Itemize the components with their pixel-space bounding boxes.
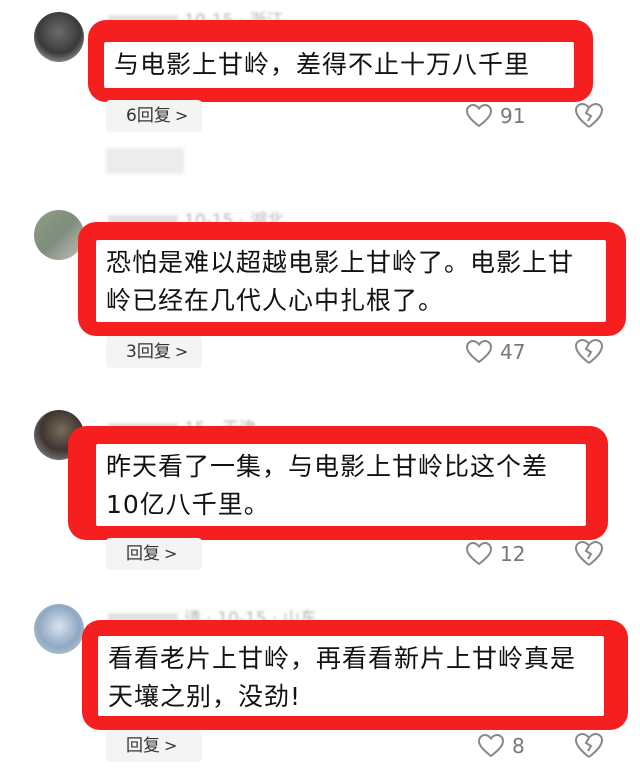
like-count: 8 [512, 734, 525, 758]
avatar[interactable] [34, 604, 84, 654]
broken-heart-icon[interactable] [574, 101, 604, 131]
comment-text: 与电影上甘岭，差得不止十万八千里 [104, 42, 574, 88]
broken-heart-icon[interactable] [574, 539, 604, 569]
like-count: 12 [500, 542, 526, 566]
broken-heart-icon[interactable] [574, 337, 604, 367]
avatar[interactable] [34, 12, 84, 62]
comment-text: 看看老片上甘岭，再看看新片上甘岭真是天壤之别，没劲! [98, 636, 604, 716]
reply-button[interactable]: 回复 > [106, 538, 202, 570]
comment-text: 昨天看了一集，与电影上甘岭比这个差10亿八千里。 [96, 444, 586, 526]
like-count: 47 [500, 340, 526, 364]
comment-item: 10-15 · 浙江 与电影上甘岭，差得不止十万八千里 6回复> 91 [0, 0, 640, 200]
heart-icon [466, 542, 492, 566]
like-button[interactable]: 8 [478, 730, 525, 762]
comment-text: 恐怕是难以超越电影上甘岭了。电影上甘岭已经在几代人心中扎根了。 [96, 240, 606, 322]
like-button[interactable]: 47 [466, 336, 525, 368]
chevron-right-icon: > [164, 736, 178, 755]
like-button[interactable]: 91 [466, 100, 525, 132]
broken-heart-icon[interactable] [574, 731, 604, 761]
reply-button[interactable]: 3回复 > [106, 336, 202, 368]
avatar[interactable] [34, 210, 84, 260]
heart-icon [478, 734, 504, 758]
chevron-right-icon: > [174, 342, 189, 361]
like-button[interactable]: 12 [466, 538, 525, 570]
blurred-reply-preview [106, 148, 184, 174]
heart-icon [466, 104, 492, 128]
chevron-right-icon: > [164, 544, 178, 563]
heart-icon [466, 340, 492, 364]
reply-button[interactable]: 回复 > [106, 730, 202, 762]
like-count: 91 [500, 104, 526, 128]
reply-button[interactable]: 6回复 > [106, 100, 202, 132]
chevron-right-icon: > [174, 106, 189, 125]
